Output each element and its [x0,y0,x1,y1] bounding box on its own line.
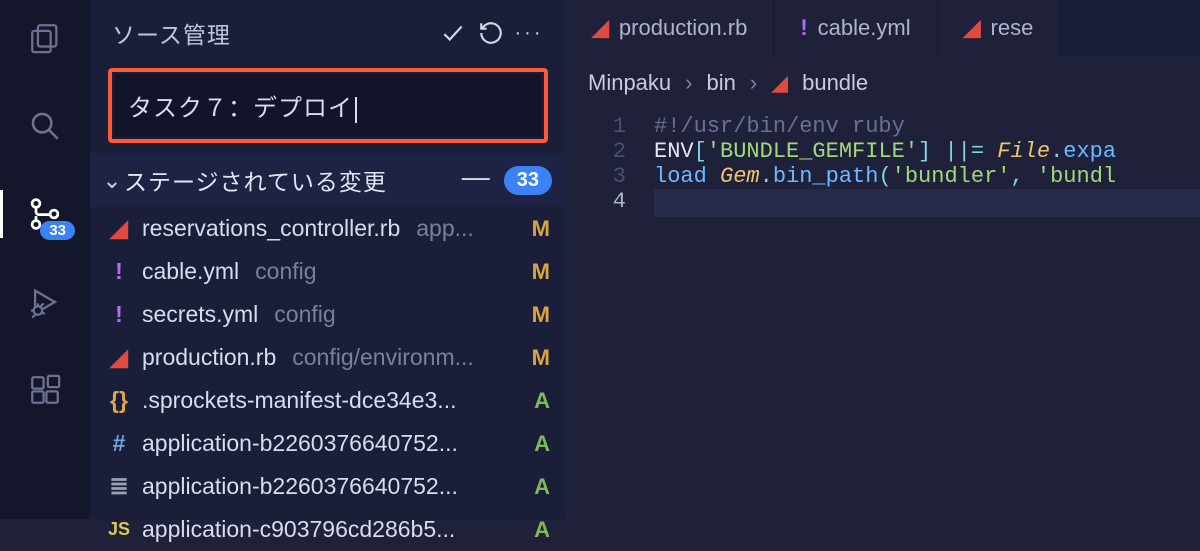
file-type-icon: ◢ [106,215,132,242]
editor-tab[interactable]: ◢ production.rb [566,0,774,56]
code-editor[interactable]: 1 #!/usr/bin/env ruby 2 ENV['BUNDLE_GEMF… [566,110,1200,221]
commit-highlight-box: タスク７：デプロイ [108,68,548,143]
breadcrumb-sep: › [750,70,757,96]
staged-file-row[interactable]: ≣ application-b2260376640752... A [90,465,566,508]
staged-file-row[interactable]: # application-b2260376640752... A [90,422,566,465]
file-path: config/environm... [292,344,474,371]
file-type-icon: ≣ [106,473,132,500]
refresh-icon[interactable] [472,14,510,52]
chevron-down-icon: ⌄ [100,167,124,194]
file-path: app... [416,215,474,242]
file-type-icon: ! [106,301,132,328]
file-type-icon: JS [106,519,132,540]
file-status: M [524,216,550,242]
tab-label: rese [991,15,1034,41]
file-type-icon: ! [106,258,132,285]
editor-tab[interactable]: ! cable.yml [774,0,937,56]
file-type-icon: {} [106,387,132,414]
commit-message-wrap: タスク７：デプロイ [90,68,566,153]
line-number: 2 [566,139,654,164]
file-type-icon: ! [800,15,807,41]
file-path: config [255,258,316,285]
file-type-icon: # [106,430,132,457]
tab-label: production.rb [619,15,747,41]
file-status: M [524,302,550,328]
line-number: 4 [566,189,654,217]
file-status: A [526,431,550,457]
file-name: application-b2260376640752... [142,430,458,457]
scm-sidebar: ソース管理 ··· タスク７：デプロイ ⌄ ステージされている変更 — 33 ◢… [90,0,566,519]
file-type-icon: ◢ [106,344,132,371]
breadcrumb-part[interactable]: bundle [802,70,868,96]
file-type-icon: ◢ [964,15,981,41]
text-cursor [355,97,357,123]
search-icon[interactable] [25,106,65,146]
editor-tab[interactable]: ◢ rese [938,0,1061,56]
breadcrumb-sep: › [685,70,692,96]
staged-changes-section[interactable]: ⌄ ステージされている変更 — 33 [90,153,566,207]
editor-area: ◢ production.rb! cable.yml ◢ rese Minpaku › … [566,0,1200,519]
extensions-icon[interactable] [25,370,65,410]
line-number: 3 [566,164,654,189]
tab-label: cable.yml [818,15,911,41]
source-control-icon[interactable]: 33 [25,194,65,234]
staged-file-row[interactable]: ◢ reservations_controller.rb app... M [90,207,566,250]
unstage-all-icon[interactable]: — [448,161,504,199]
explorer-icon[interactable] [25,18,65,58]
more-icon[interactable]: ··· [510,14,548,52]
ruby-icon: ◢ [771,70,788,96]
breadcrumb[interactable]: Minpaku › bin › ◢ bundle [566,56,1200,110]
file-status: A [526,388,550,414]
file-name: .sprockets-manifest-dce34e3... [142,387,456,414]
staged-file-row[interactable]: {} .sprockets-manifest-dce34e3... A [90,379,566,422]
staged-count-badge: 33 [504,166,552,195]
file-type-icon: ◢ [592,15,609,41]
staged-file-row[interactable]: ! secrets.yml config M [90,293,566,336]
file-name: application-b2260376640752... [142,473,458,500]
breadcrumb-part[interactable]: Minpaku [588,70,671,96]
activity-bar: 33 [0,0,90,519]
file-status: M [524,345,550,371]
line-number: 1 [566,114,654,139]
file-name: application-c903796cd286b5... [142,516,455,543]
scm-header: ソース管理 ··· [90,0,566,68]
staged-file-list: ◢ reservations_controller.rb app... M! cable… [90,207,566,551]
staged-file-row[interactable]: JS application-c903796cd286b5... A [90,508,566,551]
commit-message-input[interactable]: タスク７：デプロイ [114,74,542,137]
staged-file-row[interactable]: ! cable.yml config M [90,250,566,293]
commit-icon[interactable] [434,14,472,52]
staged-file-row[interactable]: ◢ production.rb config/environm... M [90,336,566,379]
staged-label: ステージされている変更 [124,163,448,197]
file-name: cable.yml [142,258,239,285]
file-status: M [524,259,550,285]
breadcrumb-part[interactable]: bin [706,70,735,96]
file-name: reservations_controller.rb [142,215,400,242]
scm-badge: 33 [40,221,75,240]
file-name: production.rb [142,344,276,371]
active-line-highlight [654,189,1200,217]
editor-tabs: ◢ production.rb! cable.yml ◢ rese [566,0,1200,56]
file-status: A [526,517,550,543]
debug-icon[interactable] [25,282,65,322]
file-name: secrets.yml [142,301,258,328]
file-path: config [274,301,335,328]
file-status: A [526,474,550,500]
scm-title: ソース管理 [112,16,434,50]
